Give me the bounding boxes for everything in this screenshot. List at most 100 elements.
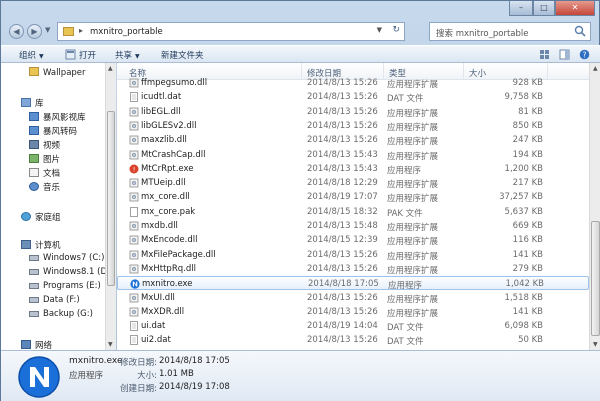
- file-name: MtCrashCap.dll: [141, 149, 206, 160]
- sidebar-item-homegroup[interactable]: 家庭组: [21, 211, 61, 224]
- file-name: MxHttpRq.dll: [141, 263, 196, 274]
- search-box[interactable]: 搜索 mxnitro_portable: [429, 22, 591, 41]
- scroll-up-icon[interactable]: ▲: [108, 65, 113, 72]
- table-row[interactable]: icudtl.dat 2014/8/13 15:26 DAT 文件 9,758 KB: [117, 90, 589, 104]
- mxnitro-app-icon: [18, 356, 60, 398]
- file-list-scrollbar[interactable]: ▲ ▼: [589, 63, 600, 350]
- preview-pane-icon[interactable]: [559, 49, 570, 60]
- sidebar-item-documents[interactable]: 文档: [29, 167, 60, 180]
- sidebar-item-videos[interactable]: 视频: [29, 139, 60, 152]
- sidebar-item-network[interactable]: 网络: [21, 339, 52, 350]
- file-date: 2014/8/13 15:26: [307, 92, 378, 103]
- details-size-label: 大小:: [137, 371, 157, 381]
- dll-icon: [129, 78, 139, 88]
- file-name: MTUeip.dll: [141, 178, 186, 189]
- file-date: 2014/8/15 18:32: [307, 206, 378, 217]
- file-name: icudtl.dat: [141, 92, 182, 103]
- table-row[interactable]: ! MtCrRpt.exe 2014/8/13 15:43 应用程序 1,200 KB: [117, 162, 589, 176]
- details-file-name: mxnitro.exe: [69, 356, 123, 366]
- sidebar-item-drive-f[interactable]: Data (F:): [29, 295, 80, 308]
- open-button[interactable]: 打开: [79, 49, 96, 61]
- minimize-button[interactable]: –: [509, 1, 533, 16]
- table-row[interactable]: ui2.dat 2014/8/13 15:26 DAT 文件 50 KB: [117, 333, 589, 347]
- sidebar-item-pictures[interactable]: 图片: [29, 153, 60, 166]
- file-date: 2014/8/19 17:07: [307, 192, 378, 203]
- file-type: 应用程序扩展: [387, 180, 439, 191]
- file-size: 194 KB: [512, 149, 543, 160]
- search-icon[interactable]: [574, 25, 586, 37]
- file-type: 应用程序扩展: [387, 308, 439, 319]
- organize-button[interactable]: 组织 ▼: [19, 49, 44, 61]
- drive-icon: [29, 311, 39, 317]
- breadcrumb-path[interactable]: mxnitro_portable: [90, 27, 163, 37]
- navigation-scrollbar[interactable]: ▲ ▼: [105, 63, 116, 350]
- scroll-down-icon[interactable]: ▼: [108, 341, 113, 348]
- sidebar-item-wallpaper[interactable]: Wallpaper: [29, 67, 86, 80]
- breadcrumb-separator-icon[interactable]: ▸: [79, 26, 83, 35]
- table-row[interactable]: mx_core.pak 2014/8/15 18:32 PAK 文件 5,637 KB: [117, 205, 589, 219]
- dat-icon: [130, 321, 138, 331]
- table-row[interactable]: MxHttpRq.dll 2014/8/13 15:26 应用程序扩展 279 KB: [117, 262, 589, 276]
- table-row[interactable]: maxzlib.dll 2014/8/13 15:26 应用程序扩展 247 KB: [117, 133, 589, 147]
- table-row[interactable]: libEGL.dll 2014/8/13 15:26 应用程序扩展 81 KB: [117, 105, 589, 119]
- table-row[interactable]: mx_core.dll 2014/8/19 17:07 应用程序扩展 37,257 K…: [117, 190, 589, 204]
- file-name: MxEncode.dll: [141, 235, 198, 246]
- sidebar-item-drive-e[interactable]: Programs (E:): [29, 281, 101, 294]
- forward-button[interactable]: ▶: [27, 24, 42, 39]
- library-icon: [21, 98, 31, 107]
- table-row[interactable]: MxEncode.dll 2014/8/15 12:39 应用程序扩展 116 KB: [117, 233, 589, 247]
- scroll-down-icon[interactable]: ▼: [593, 341, 598, 348]
- sidebar-item-computer[interactable]: 计算机: [21, 239, 61, 252]
- dll-icon: [129, 121, 139, 131]
- chevron-down-icon: ▼: [39, 53, 44, 60]
- table-row[interactable]: libGLESv2.dll 2014/8/13 15:26 应用程序扩展 850 KB: [117, 119, 589, 133]
- refresh-icon[interactable]: ↻: [392, 25, 400, 35]
- table-row[interactable]: mxnitro.exe 2014/8/18 17:05 应用程序 1,042 KB: [117, 276, 589, 291]
- dll-icon: [129, 107, 139, 116]
- share-button[interactable]: 共享 ▼: [115, 49, 140, 61]
- file-name: mx_core.pak: [141, 206, 196, 217]
- help-icon[interactable]: ?: [579, 49, 590, 60]
- table-row[interactable]: MxXDR.dll 2014/8/13 15:26 应用程序扩展 141 KB: [117, 305, 589, 319]
- sidebar-item-drive-c[interactable]: Windows7 (C:): [29, 253, 104, 266]
- sidebar-item-music[interactable]: 音乐: [29, 181, 60, 194]
- sidebar-item-libraries[interactable]: 库: [21, 97, 44, 110]
- table-row[interactable]: ffmpegsumo.dll 2014/8/13 15:26 应用程序扩展 928 K…: [117, 76, 589, 90]
- file-date: 2014/8/13 15:26: [307, 106, 378, 117]
- sidebar-item-drive-d[interactable]: Windows8.1 (D:): [29, 267, 113, 280]
- table-row[interactable]: MTUeip.dll 2014/8/18 12:29 应用程序扩展 217 KB: [117, 176, 589, 190]
- arrow-right-icon: ▶: [31, 27, 38, 36]
- file-date: 2014/8/13 15:26: [307, 120, 378, 131]
- scroll-up-icon[interactable]: ▲: [593, 65, 598, 72]
- dll-icon: [129, 307, 139, 317]
- sidebar-item-baofeng-transcode[interactable]: 暴风转码: [29, 125, 77, 138]
- table-row[interactable]: MxUI.dll 2014/8/13 15:26 应用程序扩展 1,518 KB: [117, 291, 589, 305]
- pak-icon: [130, 206, 138, 217]
- file-type: 应用程序扩展: [387, 151, 439, 162]
- sidebar-item-baofeng-library[interactable]: 暴风影视库: [29, 111, 86, 124]
- sidebar-item-label: 文档: [43, 169, 61, 179]
- table-row[interactable]: mxdb.dll 2014/8/13 15:48 应用程序扩展 669 KB: [117, 219, 589, 233]
- view-options-icon[interactable]: [539, 49, 550, 60]
- search-input[interactable]: 搜索 mxnitro_portable: [436, 27, 528, 39]
- sidebar-item-drive-g[interactable]: Backup (G:): [29, 309, 93, 322]
- file-type: 应用程序扩展: [387, 237, 439, 248]
- back-button[interactable]: ◀: [9, 24, 24, 39]
- address-dropdown-icon[interactable]: ▼: [377, 26, 382, 34]
- table-row[interactable]: MxFilePackage.dll 2014/8/13 15:26 应用程序扩展 14…: [117, 248, 589, 262]
- file-date: 2014/8/13 15:26: [307, 306, 378, 317]
- file-list: 名称 修改日期 类型 大小 ffmpegsumo.dll 2014/8/13 15…: [117, 63, 600, 350]
- address-bar[interactable]: ▸ mxnitro_portable ▼ ↻: [57, 22, 405, 41]
- close-button[interactable]: ✕: [555, 1, 595, 16]
- recent-pages-dropdown[interactable]: ▼: [45, 26, 50, 34]
- table-row[interactable]: MtCrashCap.dll 2014/8/13 15:43 应用程序扩展 194 K…: [117, 148, 589, 162]
- scrollbar-thumb[interactable]: [107, 111, 115, 286]
- details-modified-label: 修改日期:: [120, 358, 157, 368]
- maximize-button[interactable]: □: [533, 1, 555, 16]
- command-bar: 组织 ▼ 打开 共享 ▼ 新建文件夹 ?: [1, 45, 600, 63]
- scrollbar-thumb[interactable]: [591, 221, 600, 336]
- table-row[interactable]: ui.dat 2014/8/19 14:04 DAT 文件 6,098 KB: [117, 319, 589, 333]
- new-folder-button[interactable]: 新建文件夹: [161, 49, 204, 61]
- details-size-value: 1.01 MB: [159, 369, 194, 379]
- file-name: maxzlib.dll: [141, 135, 187, 146]
